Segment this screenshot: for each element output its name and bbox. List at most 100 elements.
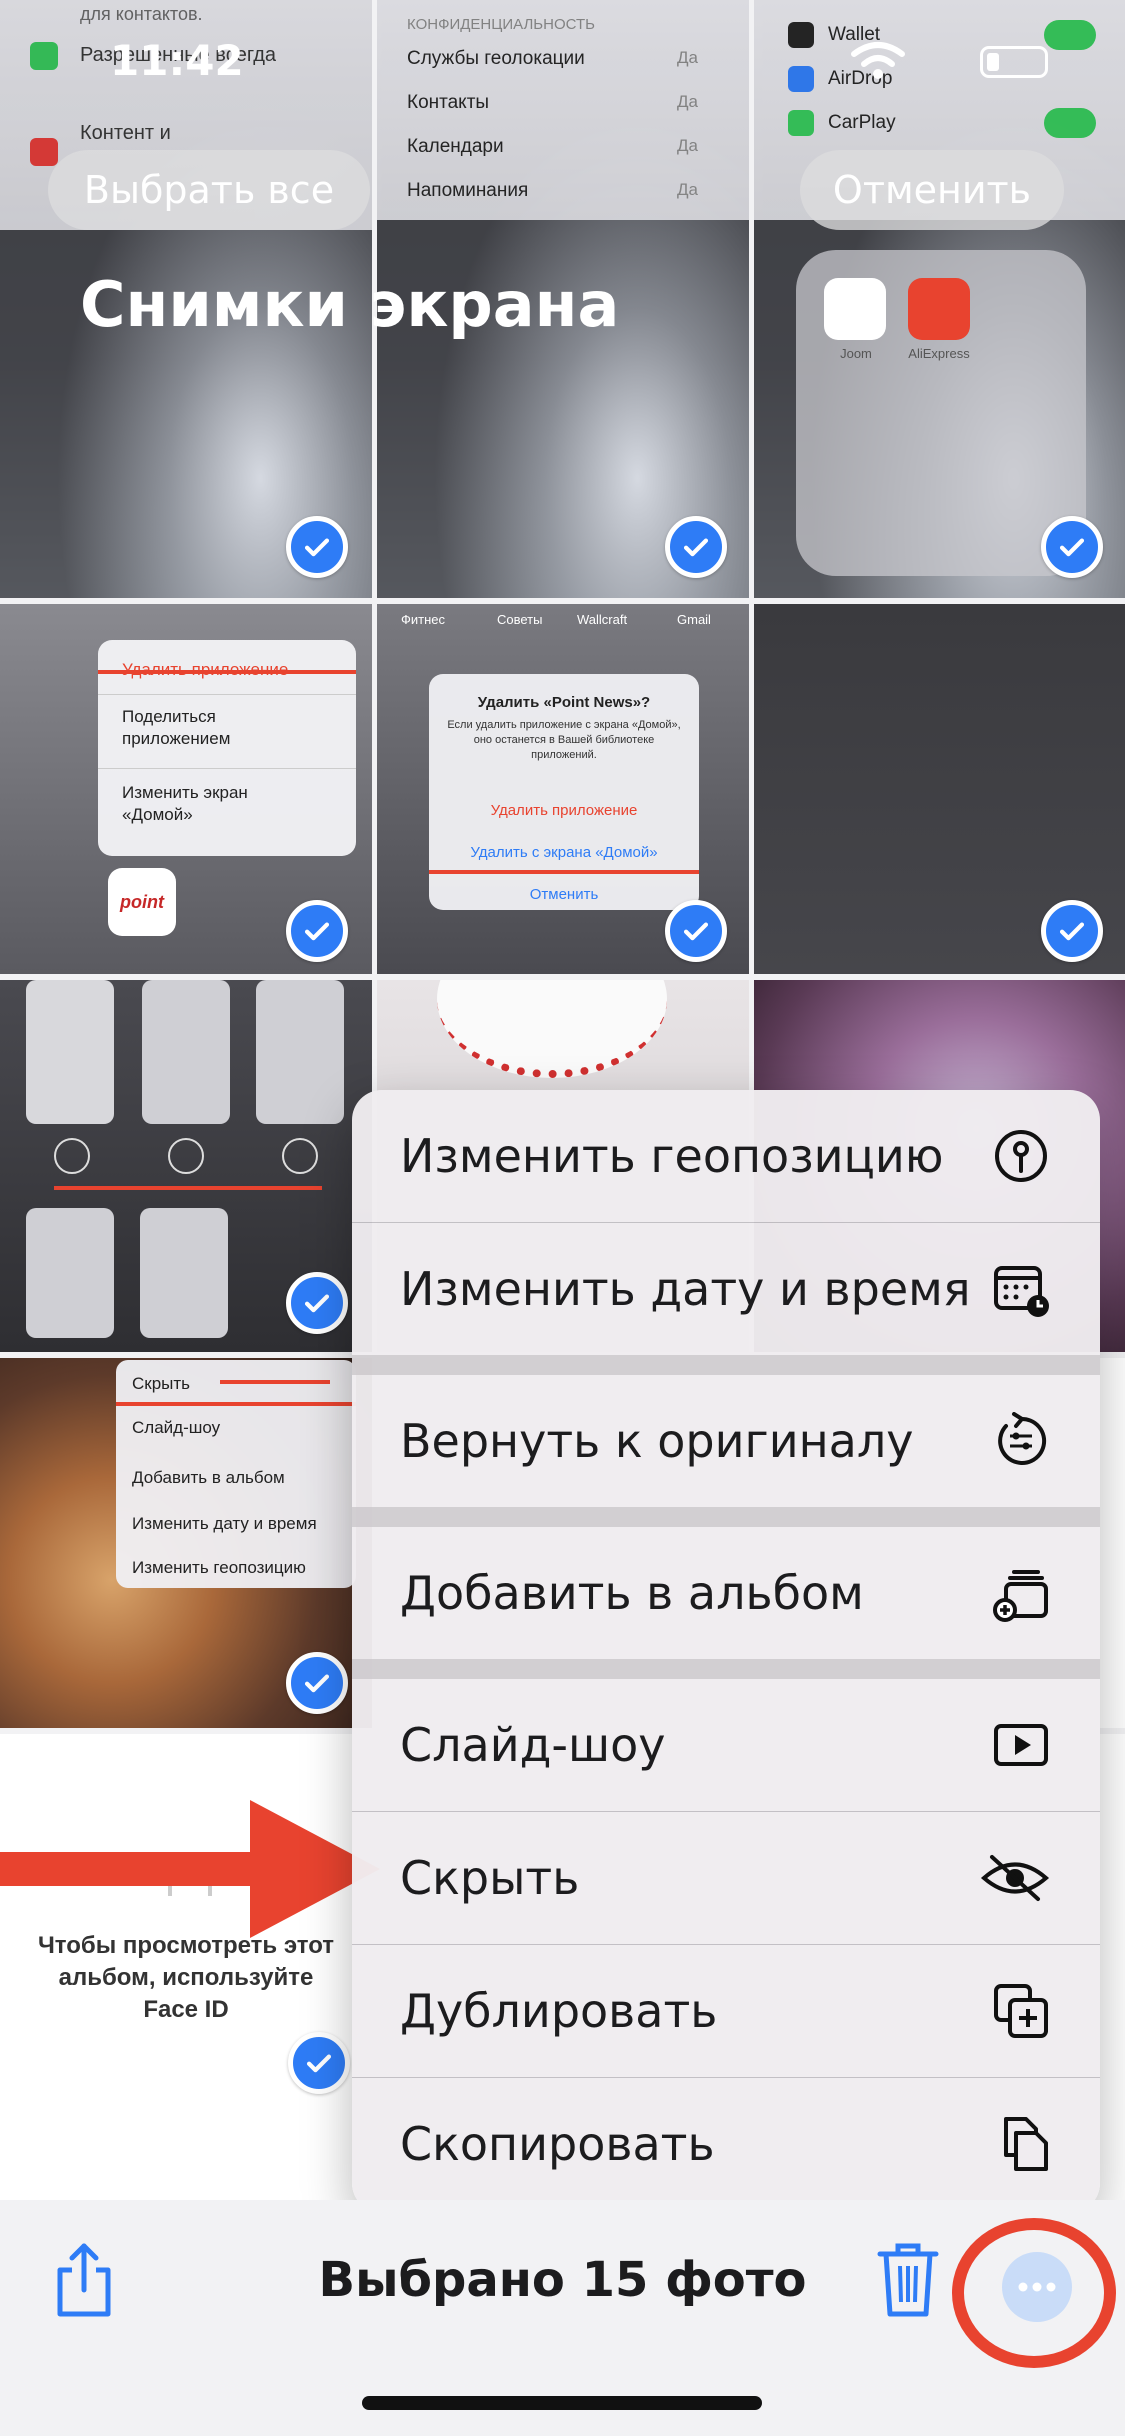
circle-icon bbox=[282, 1138, 318, 1174]
play-icon bbox=[992, 1716, 1050, 1774]
selected-checkmark-icon[interactable] bbox=[1041, 516, 1103, 578]
alert-title: Удалить «Point News»? bbox=[477, 694, 651, 711]
selected-checkmark-icon[interactable] bbox=[286, 900, 348, 962]
annotation-underline bbox=[54, 1186, 322, 1190]
app-icon bbox=[788, 22, 814, 48]
alert-dialog: Удалить «Point News»? Если удалить прило… bbox=[429, 674, 699, 910]
app-icon bbox=[30, 138, 58, 166]
menu-item-label: Слайд-шоу bbox=[400, 1718, 666, 1772]
app-switcher-card bbox=[26, 980, 114, 1124]
alert-button: Удалить приложение bbox=[490, 802, 638, 819]
calendar-clock-icon bbox=[992, 1260, 1050, 1318]
battery-icon bbox=[980, 46, 1048, 78]
thumb-text: Изменить экран «Домой» bbox=[122, 783, 248, 824]
thumb-text: Да bbox=[677, 136, 698, 155]
annotation-underline bbox=[116, 1402, 356, 1406]
thumb-text: Изменить дату и время bbox=[132, 1514, 317, 1533]
selected-checkmark-icon[interactable] bbox=[286, 1652, 348, 1714]
thumb-text: для контактов. bbox=[80, 4, 203, 24]
thumb-text: Контакты bbox=[407, 92, 490, 113]
annotation-arrow-icon bbox=[0, 1800, 380, 1938]
menu-item-label: Дублировать bbox=[400, 1984, 718, 2038]
annotation-arrow-line bbox=[220, 1380, 330, 1384]
photo-thumbnail[interactable] bbox=[754, 604, 1125, 974]
cake-image bbox=[437, 980, 667, 1078]
menu-item-label: Скопировать bbox=[400, 2117, 715, 2171]
eye-slash-icon bbox=[980, 1849, 1050, 1907]
thumb-text: Да bbox=[677, 92, 698, 111]
thumb-text: Да bbox=[677, 48, 698, 67]
menu-item-label: Изменить геопозицию bbox=[400, 1129, 944, 1183]
selected-checkmark-icon[interactable] bbox=[665, 516, 727, 578]
copy-icon bbox=[992, 2115, 1050, 2173]
menu-item-change-location[interactable]: Изменить геопозицию bbox=[352, 1090, 1100, 1222]
thumb-text: CarPlay bbox=[828, 112, 896, 133]
thumb-text: Слайд-шоу bbox=[132, 1418, 221, 1437]
thumb-section-label: КОНФИДЕНЦИАЛЬНОСТЬ bbox=[407, 16, 595, 33]
menu-item-revert-to-original[interactable]: Вернуть к оригиналу bbox=[352, 1375, 1100, 1507]
alert-button: Удалить с экрана «Домой» bbox=[470, 844, 658, 861]
alert-button: Отменить bbox=[529, 886, 599, 903]
thumb-text: Да bbox=[677, 180, 698, 199]
menu-item-change-date-time[interactable]: Изменить дату и время bbox=[352, 1223, 1100, 1355]
photos-context-menu: Скрыть Слайд-шоу Добавить в альбом Измен… bbox=[116, 1360, 356, 1588]
circle-icon bbox=[54, 1138, 90, 1174]
annotation-underline bbox=[98, 670, 356, 674]
photo-thumbnail[interactable]: Скрыть Слайд-шоу Добавить в альбом Измен… bbox=[0, 1358, 372, 1728]
revert-icon bbox=[992, 1412, 1050, 1470]
photo-thumbnail[interactable]: Wallet AirDrop CarPlay Joom AliExpress bbox=[754, 0, 1125, 598]
thumb-text: Службы геолокации bbox=[407, 48, 585, 69]
trash-icon[interactable] bbox=[876, 2240, 940, 2320]
thumb-text: Фитнес bbox=[401, 612, 446, 627]
more-options-icon[interactable] bbox=[1002, 2252, 1072, 2322]
context-menu: Изменить геопозицию Изменить дату и врем… bbox=[352, 1090, 1100, 2213]
selected-checkmark-icon[interactable] bbox=[665, 900, 727, 962]
toggle-icon bbox=[1044, 20, 1096, 50]
thumb-text: Советы bbox=[497, 612, 543, 627]
point-app-icon: point bbox=[108, 868, 176, 936]
app-switcher-card bbox=[142, 980, 230, 1124]
select-all-button[interactable]: Выбрать все bbox=[48, 150, 370, 230]
menu-item-slideshow[interactable]: Слайд-шоу bbox=[352, 1679, 1100, 1811]
thumb-text: Gmail bbox=[677, 612, 711, 627]
photo-thumbnail[interactable]: Фитнес Советы Wallcraft Gmail Удалить «P… bbox=[377, 604, 749, 974]
menu-item-copy[interactable]: Скопировать bbox=[352, 2078, 1100, 2210]
app-switcher-card bbox=[256, 980, 344, 1124]
selected-checkmark-icon[interactable] bbox=[286, 1272, 348, 1334]
app-label: AliExpress bbox=[908, 346, 970, 361]
selected-checkmark-icon[interactable] bbox=[286, 516, 348, 578]
thumb-text: Поделиться приложением bbox=[122, 707, 231, 748]
menu-item-label: Вернуть к оригиналу bbox=[400, 1414, 914, 1468]
thumb-text: Изменить геопозицию bbox=[132, 1558, 306, 1577]
thumb-text: Контент и bbox=[80, 122, 171, 144]
circle-icon bbox=[168, 1138, 204, 1174]
thumb-text: Wallcraft bbox=[577, 612, 628, 627]
thumb-text: Календари bbox=[407, 136, 504, 157]
album-title: Снимки экрана bbox=[80, 268, 620, 341]
selected-checkmark-icon[interactable] bbox=[1041, 900, 1103, 962]
add-to-album-icon bbox=[992, 1564, 1050, 1622]
menu-item-hide[interactable]: Скрыть bbox=[352, 1812, 1100, 1944]
thumb-text: Напоминания bbox=[407, 180, 529, 201]
app-icon bbox=[788, 110, 814, 136]
alert-message: Если удалить приложение с экрана «Домой»… bbox=[447, 719, 681, 761]
duplicate-icon bbox=[992, 1982, 1050, 2040]
thumb-text: Добавить в альбом bbox=[132, 1468, 285, 1487]
home-indicator bbox=[362, 2396, 762, 2410]
app-folder: Joom AliExpress bbox=[796, 250, 1086, 576]
joom-app-icon bbox=[824, 278, 886, 340]
app-switcher-card bbox=[140, 1208, 228, 1338]
status-time: 11:42 bbox=[110, 36, 244, 85]
cancel-button[interactable]: Отменить bbox=[800, 150, 1064, 230]
aliexpress-app-icon bbox=[908, 278, 970, 340]
menu-item-label: Добавить в альбом bbox=[400, 1566, 864, 1620]
menu-item-add-to-album[interactable]: Добавить в альбом bbox=[352, 1527, 1100, 1659]
app-icon bbox=[30, 42, 58, 70]
photo-thumbnail[interactable] bbox=[0, 980, 372, 1352]
annotation-underline bbox=[429, 870, 699, 874]
photo-thumbnail[interactable]: Удалить приложение Поделиться приложение… bbox=[0, 604, 372, 974]
location-pin-icon bbox=[992, 1127, 1050, 1185]
selected-checkmark-icon[interactable] bbox=[288, 2032, 350, 2094]
menu-item-duplicate[interactable]: Дублировать bbox=[352, 1945, 1100, 2077]
wifi-icon bbox=[848, 40, 908, 80]
